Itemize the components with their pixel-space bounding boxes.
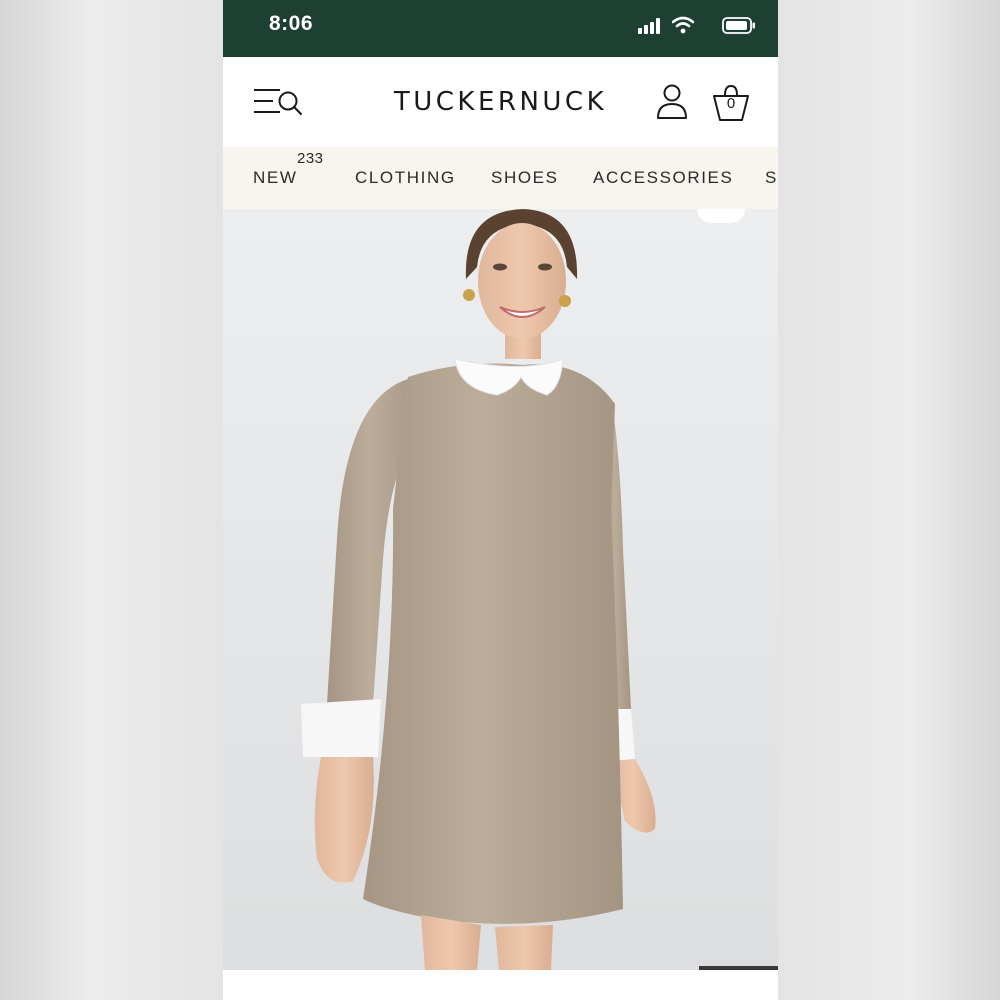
nav-item-accessories[interactable]: ACCESSORIES: [593, 168, 733, 188]
leg-left: [421, 915, 481, 970]
status-bar: 8:06: [223, 0, 778, 57]
hand-left: [314, 757, 374, 883]
phone-screen: 8:06 TUCKERNUCK 0 NEW 233 CLOTHING SHOES…: [223, 0, 778, 1000]
earring-right: [559, 295, 571, 307]
nav-item-clothing[interactable]: CLOTHING: [355, 168, 456, 188]
face-shape: [478, 223, 566, 339]
account-icon[interactable]: [656, 83, 688, 121]
battery-icon: [722, 17, 755, 34]
backdrop-left: [0, 0, 223, 1000]
product-image[interactable]: [223, 209, 778, 970]
status-time: 8:06: [269, 12, 314, 35]
brand-logo[interactable]: TUCKERNUCK: [223, 87, 778, 117]
nav-item-new[interactable]: NEW: [253, 168, 297, 188]
nav-new-count-badge: 233: [297, 150, 324, 167]
category-nav: NEW 233 CLOTHING SHOES ACCESSORIES S: [223, 147, 778, 209]
dress-body: [363, 363, 623, 924]
content-below-image: [223, 970, 778, 1000]
status-icons: [616, 14, 756, 36]
leg-right: [495, 925, 553, 970]
carousel-indicator[interactable]: [697, 209, 745, 223]
wifi-icon: [672, 16, 694, 34]
nav-item-sale[interactable]: S: [765, 168, 778, 188]
nav-item-shoes[interactable]: SHOES: [491, 168, 559, 188]
product-photo-illustration: [301, 209, 656, 970]
earring-left: [463, 289, 475, 301]
signal-icon: [638, 18, 660, 34]
backdrop-right: [778, 0, 1000, 1000]
cuff-left: [301, 699, 381, 757]
site-header: TUCKERNUCK 0: [223, 57, 778, 147]
bag-count: 0: [726, 95, 736, 112]
left-eye: [493, 263, 507, 271]
right-eye: [538, 263, 552, 271]
